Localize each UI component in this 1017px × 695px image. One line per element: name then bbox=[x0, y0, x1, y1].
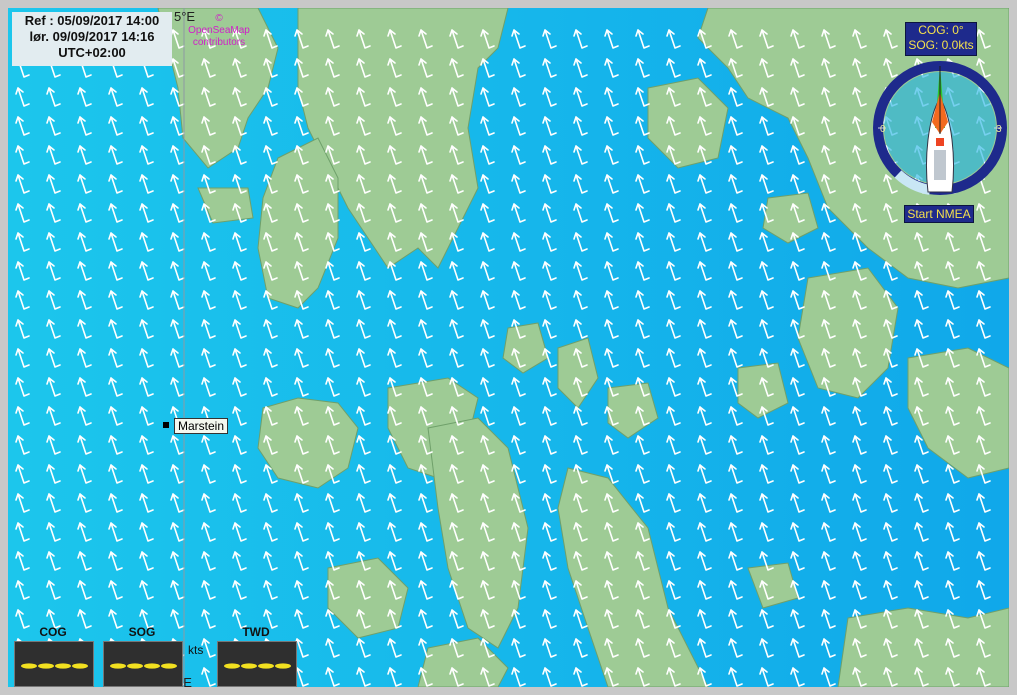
cog-readout: COG: 0° bbox=[918, 23, 964, 37]
cog-gauge bbox=[14, 641, 94, 687]
map-attribution[interactable]: © OpenSeaMap contributors bbox=[184, 13, 254, 49]
compass-widget[interactable]: 0 3 bbox=[870, 58, 1009, 198]
time-info-panel: Ref : 05/09/2017 14:00 lør. 09/09/2017 1… bbox=[12, 12, 172, 66]
compass-label-east: 3 bbox=[996, 124, 1002, 135]
place-label-marstein[interactable]: Marstein bbox=[174, 418, 229, 434]
compass-label-west: 0 bbox=[880, 124, 886, 135]
ref-time: Ref : 05/09/2017 14:00 bbox=[24, 13, 160, 28]
cog-sog-readout: COG: 0° SOG: 0.0kts bbox=[905, 22, 977, 56]
start-nmea-button[interactable]: Start NMEA bbox=[904, 205, 974, 223]
twd-gauge-label: TWD bbox=[242, 625, 270, 639]
sog-readout: SOG: 0.0kts bbox=[908, 38, 974, 52]
sog-gauge bbox=[103, 641, 183, 687]
sog-gauge-dash-icon bbox=[110, 663, 177, 669]
place-marker-icon[interactable] bbox=[163, 422, 169, 428]
cog-gauge-dash-icon bbox=[21, 663, 88, 669]
chart-map[interactable]: Ref : 05/09/2017 14:00 lør. 09/09/2017 1… bbox=[8, 8, 1009, 687]
local-time: lør. 09/09/2017 14:16 bbox=[29, 29, 155, 44]
timezone: UTC+02:00 bbox=[58, 45, 126, 60]
twd-gauge bbox=[217, 641, 297, 687]
cog-gauge-label: COG bbox=[39, 625, 67, 639]
sog-gauge-label: SOG bbox=[128, 625, 156, 639]
sog-unit: kts bbox=[188, 643, 204, 657]
map-canvas[interactable] bbox=[8, 8, 1009, 687]
land-south-east bbox=[837, 607, 1009, 687]
twd-gauge-dash-icon bbox=[224, 663, 291, 669]
